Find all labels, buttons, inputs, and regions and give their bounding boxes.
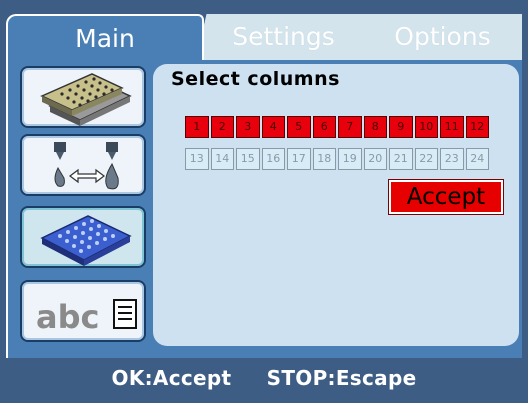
ok-hint: OK:Accept bbox=[111, 366, 232, 390]
tab-main[interactable]: Main bbox=[6, 14, 204, 60]
status-bar: OK:Accept STOP:Escape bbox=[0, 358, 528, 403]
unselected-column-row: 13 14 15 16 17 18 19 20 21 22 23 24 bbox=[185, 148, 491, 172]
column-cell-15[interactable]: 15 bbox=[236, 148, 260, 170]
column-select-panel: Select columns 1 2 3 4 5 6 7 8 9 10 11 1… bbox=[153, 64, 519, 346]
column-cell-6[interactable]: 6 bbox=[312, 116, 336, 138]
column-cell-10[interactable]: 10 bbox=[414, 116, 438, 138]
abc-text-icon: abc bbox=[36, 298, 137, 336]
panel-title: Select columns bbox=[171, 68, 340, 90]
column-cell-7[interactable]: 7 bbox=[338, 116, 362, 138]
column-cell-11[interactable]: 11 bbox=[440, 116, 464, 138]
accept-button[interactable]: Accept bbox=[388, 179, 504, 215]
stop-hint: STOP:Escape bbox=[266, 366, 417, 390]
main-area: abc Select columns 1 2 3 4 5 6 7 8 9 10 bbox=[6, 58, 522, 358]
abc-label: abc bbox=[36, 298, 99, 336]
column-cell-9[interactable]: 9 bbox=[389, 116, 413, 138]
status-hints: OK:Accept STOP:Escape bbox=[0, 366, 528, 390]
column-cell-22[interactable]: 22 bbox=[414, 148, 438, 170]
column-cell-20[interactable]: 20 bbox=[363, 148, 387, 170]
tab-bar: Main Settings Options bbox=[6, 14, 522, 60]
dispense-transfer-icon bbox=[54, 142, 119, 190]
column-cell-23[interactable]: 23 bbox=[440, 148, 464, 170]
column-cell-18[interactable]: 18 bbox=[312, 148, 336, 170]
column-cell-5[interactable]: 5 bbox=[287, 116, 311, 138]
column-cell-14[interactable]: 14 bbox=[210, 148, 234, 170]
sidebar-item-plate-columns[interactable] bbox=[20, 206, 146, 268]
column-cell-13[interactable]: 13 bbox=[185, 148, 209, 170]
column-cell-4[interactable]: 4 bbox=[261, 116, 285, 138]
column-cell-19[interactable]: 19 bbox=[338, 148, 362, 170]
column-cell-24[interactable]: 24 bbox=[465, 148, 489, 170]
sidebar-item-plates[interactable] bbox=[20, 66, 146, 128]
sidebar-item-text[interactable]: abc bbox=[20, 280, 146, 342]
column-cell-8[interactable]: 8 bbox=[363, 116, 387, 138]
selected-column-row: 1 2 3 4 5 6 7 8 9 10 11 12 bbox=[185, 116, 491, 140]
tab-options[interactable]: Options bbox=[361, 14, 522, 60]
column-cell-12[interactable]: 12 bbox=[465, 116, 489, 138]
column-cell-21[interactable]: 21 bbox=[389, 148, 413, 170]
column-cell-3[interactable]: 3 bbox=[236, 116, 260, 138]
tab-settings[interactable]: Settings bbox=[196, 14, 371, 60]
sidebar-item-dispense[interactable] bbox=[20, 134, 146, 196]
plate-select-icon bbox=[40, 215, 132, 266]
column-cell-2[interactable]: 2 bbox=[210, 116, 234, 138]
column-cell-16[interactable]: 16 bbox=[261, 148, 285, 170]
column-cell-1[interactable]: 1 bbox=[185, 116, 209, 138]
plates-icon bbox=[40, 73, 132, 126]
column-cell-17[interactable]: 17 bbox=[287, 148, 311, 170]
device-screen: Main Settings Options abc Select columns… bbox=[0, 0, 528, 403]
